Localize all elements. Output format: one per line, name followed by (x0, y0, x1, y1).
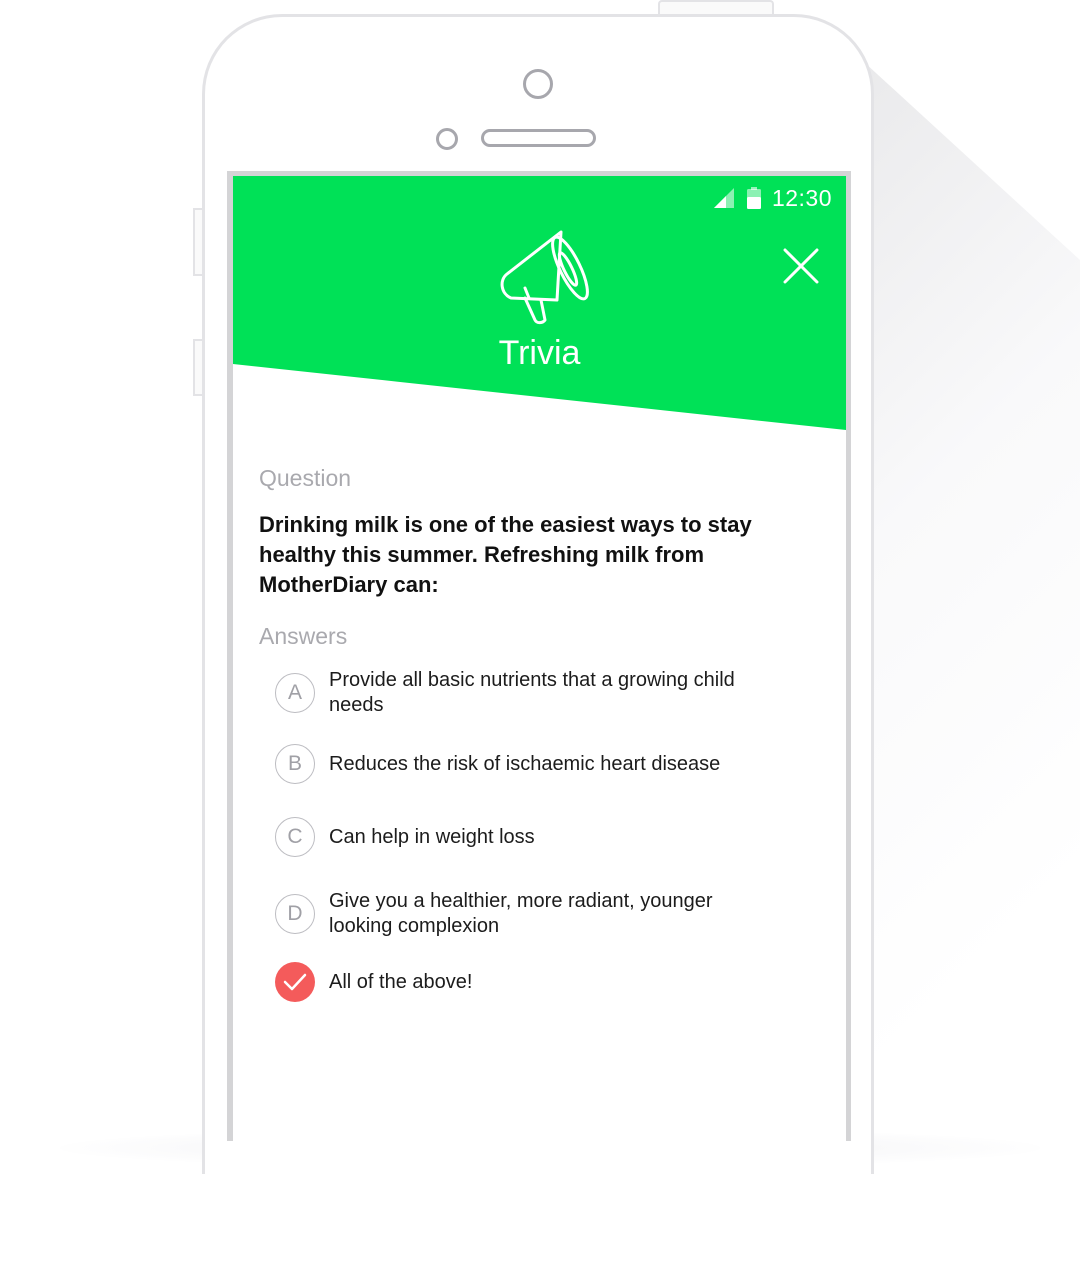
phone-screen-bezel: 12:30 Trivia Question Drinking milk is o… (227, 171, 851, 1141)
question-label: Question (259, 465, 352, 491)
answer-option-all[interactable]: All of the above! (275, 962, 775, 1002)
answer-option-c[interactable]: C Can help in weight loss (275, 817, 775, 857)
battery-icon (746, 187, 761, 209)
megaphone-icon (500, 230, 589, 325)
signal-icon (713, 188, 734, 208)
front-camera (523, 69, 553, 99)
close-button[interactable] (781, 246, 821, 286)
answer-text-c: Can help in weight loss (329, 825, 535, 848)
answer-letter-d: D (275, 894, 315, 934)
app-screen: 12:30 Trivia Question Drinking milk is o… (233, 176, 846, 1141)
status-time: 12:30 (771, 184, 832, 211)
question-text: Drinking milk is one of the easiest ways… (259, 512, 752, 597)
answer-text-d: Give you a healthier, more radiant, youn… (329, 890, 713, 937)
answers-label: Answers (259, 623, 348, 649)
answer-option-b[interactable]: B Reduces the risk of ischaemic heart di… (275, 744, 775, 784)
check-icon (283, 973, 307, 991)
answer-option-d[interactable]: D Give you a healthier, more radiant, yo… (275, 889, 775, 939)
answer-text-b: Reduces the risk of ischaemic heart dise… (329, 752, 721, 775)
close-icon (783, 248, 819, 284)
answer-text-all: All of the above! (329, 970, 473, 993)
earpiece-speaker (481, 129, 596, 147)
answer-text-a: Provide all basic nutrients that a growi… (329, 669, 735, 716)
answer-letter-a: A (275, 673, 315, 713)
answer-selected-badge (275, 962, 315, 1002)
answer-letter-c: C (275, 817, 315, 857)
status-bar: 12:30 (713, 184, 832, 212)
page-title: Trivia (498, 334, 581, 372)
phone-shadow (840, 40, 1080, 1140)
answer-option-a[interactable]: A Provide all basic nutrients that a gro… (275, 668, 775, 718)
proximity-sensor (436, 128, 458, 150)
answer-letter-b: B (275, 744, 315, 784)
